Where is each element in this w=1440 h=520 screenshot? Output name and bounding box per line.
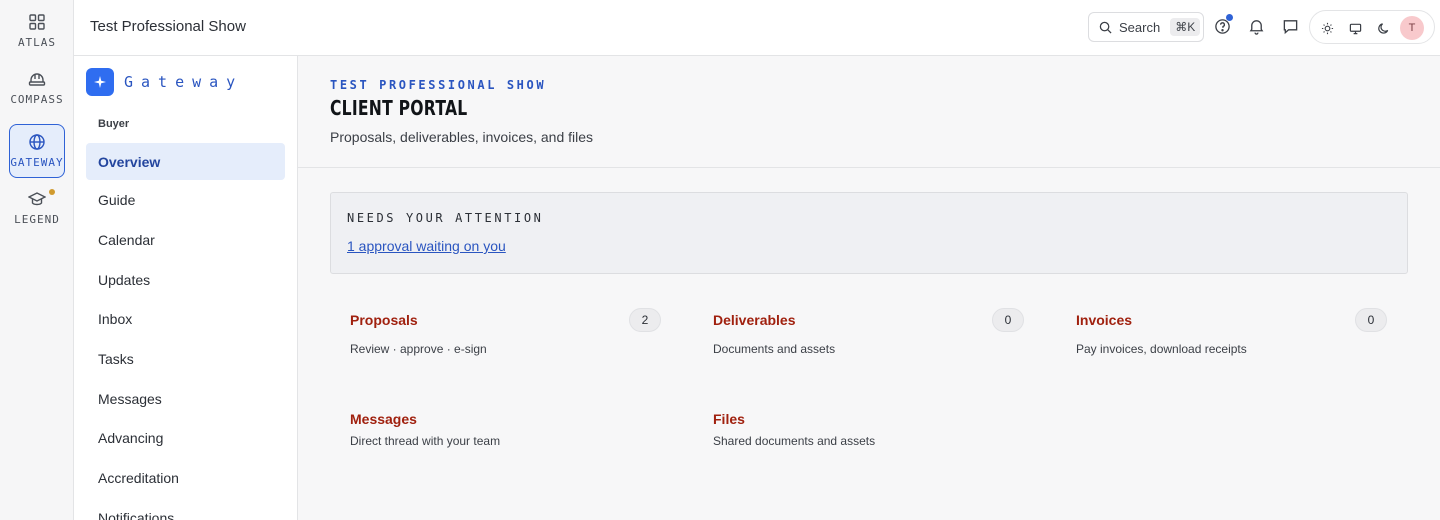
card-title: Proposals (350, 312, 418, 328)
sidebar-item-tasks[interactable]: Tasks (86, 340, 285, 377)
count-badge: 0 (992, 308, 1024, 332)
messages-button[interactable] (1280, 16, 1300, 36)
card-title: Invoices (1076, 312, 1133, 328)
system-theme-button[interactable] (1346, 19, 1364, 37)
files-card[interactable]: Files Shared documents and assets (693, 411, 1023, 471)
proposals-card[interactable]: Proposals Review · approve · e-sign 2 (330, 308, 661, 372)
globe-icon (29, 134, 45, 150)
sidebar-item-notifications[interactable]: Notifications (86, 499, 285, 520)
rail-item-label: LEGEND (14, 213, 60, 226)
main-content: TEST PROFESSIONAL SHOW CLIENT PORTAL Pro… (298, 56, 1440, 520)
rail-item-legend[interactable]: LEGEND (9, 181, 65, 235)
rail-item-label: COMPASS (10, 93, 64, 106)
hard-hat-icon (28, 73, 46, 86)
page-subtitle: Proposals, deliverables, invoices, and f… (330, 129, 594, 145)
sidebar-item-messages[interactable]: Messages (86, 380, 285, 417)
search-button[interactable]: Search ⌘K (1088, 12, 1204, 42)
card-description: Documents and assets (713, 342, 836, 356)
section-label: Buyer (98, 118, 130, 130)
sidebar-item-updates[interactable]: Updates (86, 261, 285, 298)
sidebar: Gateway Buyer Overview Guide Calendar Up… (74, 56, 298, 520)
chat-icon (1283, 19, 1297, 34)
page-header: TEST PROFESSIONAL SHOW CLIENT PORTAL Pro… (298, 56, 1440, 168)
moon-icon (1377, 22, 1388, 34)
brand-name: Gateway (124, 73, 244, 91)
card-description: Direct thread with your team (350, 434, 501, 448)
page-eyebrow: TEST PROFESSIONAL SHOW (330, 78, 547, 92)
rail-item-compass[interactable]: COMPASS (9, 61, 65, 115)
search-icon (1099, 21, 1112, 34)
page-title: CLIENT PORTAL (330, 96, 468, 120)
sidebar-item-guide[interactable]: Guide (86, 181, 285, 218)
search-shortcut: ⌘K (1170, 18, 1201, 36)
user-avatar[interactable]: T (1400, 16, 1424, 40)
sidebar-item-accreditation[interactable]: Accreditation (86, 459, 285, 496)
rail-item-atlas[interactable]: ATLAS (9, 4, 65, 58)
card-title: Messages (350, 411, 417, 427)
sparkle-icon (86, 68, 114, 96)
sidebar-item-overview[interactable]: Overview (86, 143, 285, 180)
count-badge: 0 (1355, 308, 1387, 332)
monitor-icon (1349, 23, 1361, 34)
card-title: Files (713, 411, 745, 427)
graduation-cap-icon (28, 192, 46, 206)
dark-theme-button[interactable] (1374, 19, 1392, 37)
attention-title: NEEDS YOUR ATTENTION (347, 211, 544, 225)
sidebar-item-inbox[interactable]: Inbox (86, 300, 285, 337)
brand[interactable]: Gateway (86, 68, 243, 96)
invoices-card[interactable]: Invoices Pay invoices, download receipts… (1056, 308, 1387, 372)
card-description: Review · approve · e-sign (350, 342, 487, 356)
card-description: Pay invoices, download receipts (1076, 342, 1247, 356)
notification-dot (1226, 14, 1233, 21)
notification-dot (49, 189, 55, 195)
deliverables-card[interactable]: Deliverables Documents and assets 0 (693, 308, 1024, 372)
light-theme-button[interactable] (1318, 19, 1336, 37)
sidebar-item-calendar[interactable]: Calendar (86, 221, 285, 258)
help-button[interactable] (1212, 14, 1233, 36)
search-label: Search (1119, 19, 1161, 35)
card-description: Shared documents and assets (713, 434, 876, 448)
bell-icon (1249, 19, 1263, 35)
sun-icon (1321, 22, 1333, 34)
attention-panel: NEEDS YOUR ATTENTION 1 approval waiting … (330, 192, 1408, 274)
messages-card[interactable]: Messages Direct thread with your team (330, 411, 660, 471)
count-badge: 2 (629, 308, 661, 332)
rail-item-label: ATLAS (17, 36, 57, 49)
sidebar-item-advancing[interactable]: Advancing (86, 419, 285, 456)
approval-link[interactable]: 1 approval waiting on you (347, 238, 506, 254)
rail-item-label: GATEWAY (10, 156, 64, 169)
notifications-button[interactable] (1246, 16, 1266, 36)
top-bar: Test Professional Show Search ⌘K T (74, 0, 1440, 56)
rail-item-gateway[interactable]: GATEWAY (9, 124, 65, 178)
app-rail: ATLAS COMPASS GATEWAY LEGEND (0, 0, 74, 520)
grid-icon (29, 14, 45, 30)
card-title: Deliverables (713, 312, 796, 328)
workspace-title: Test Professional Show (90, 18, 246, 35)
